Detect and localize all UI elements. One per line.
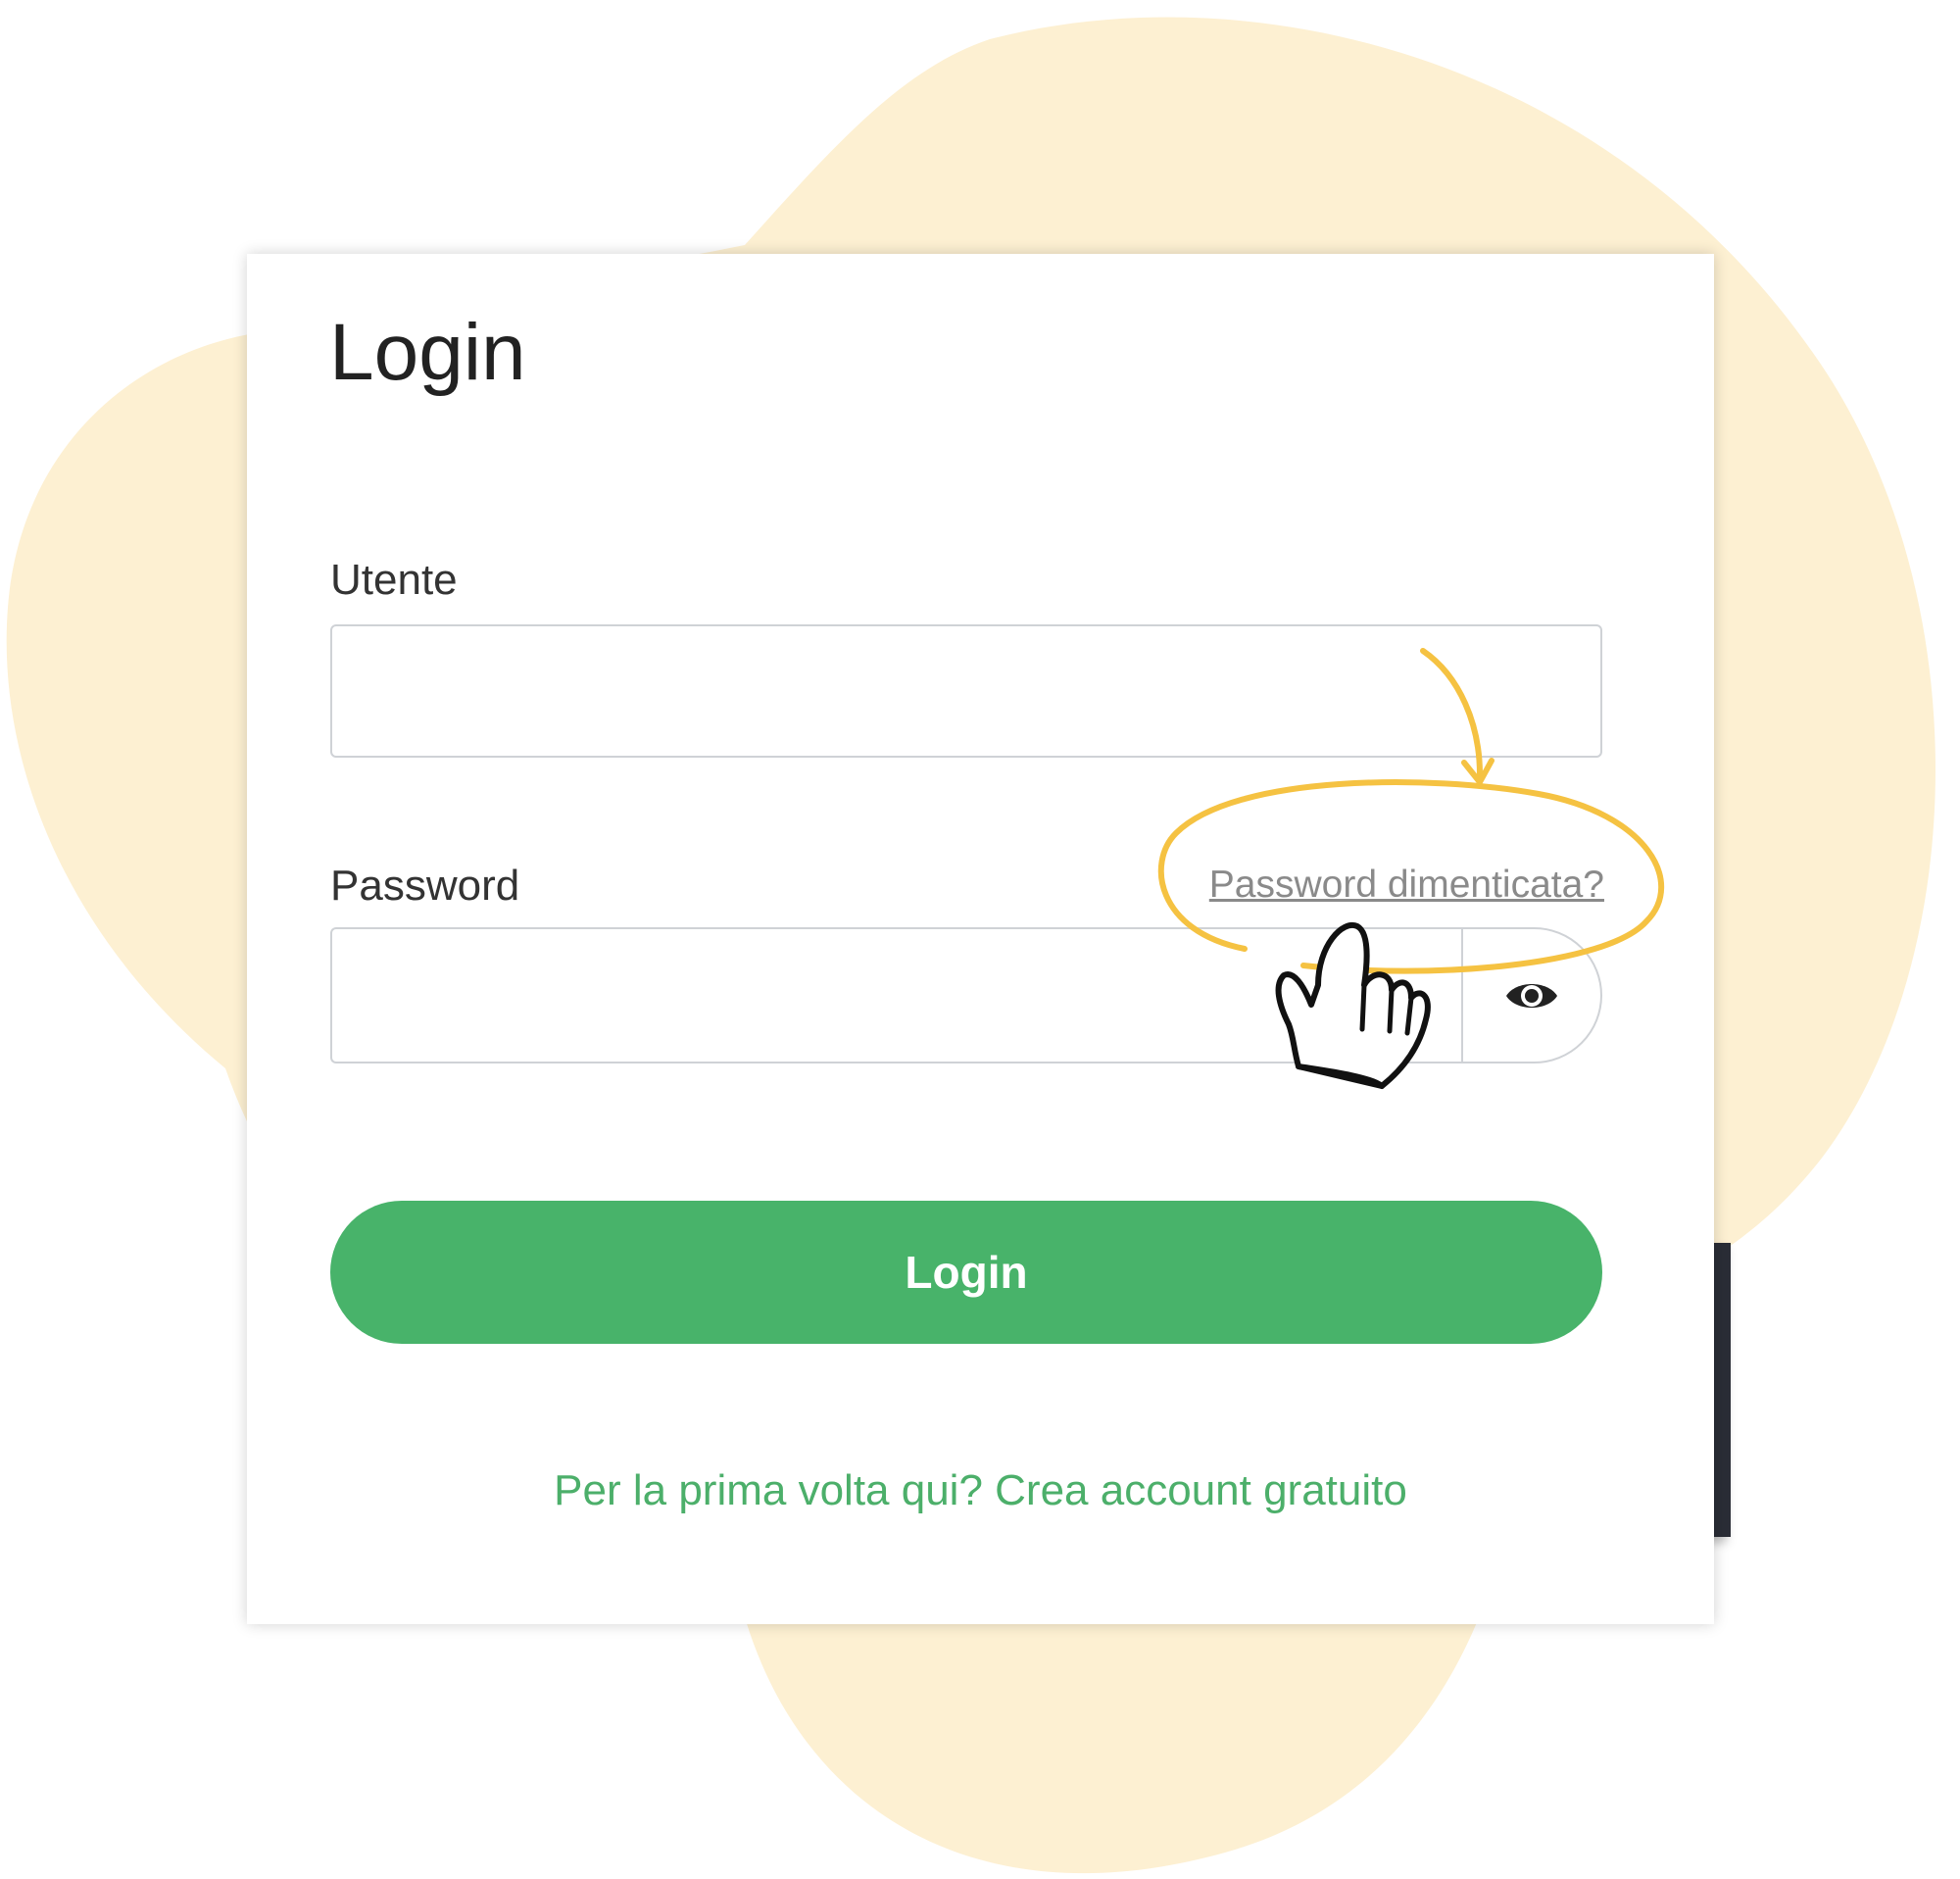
login-button[interactable]: Login xyxy=(330,1201,1602,1344)
create-account-link[interactable]: Crea account gratuito xyxy=(995,1466,1407,1514)
login-card: Login Utente Password Password dimentica… xyxy=(247,254,1714,1624)
password-label: Password xyxy=(330,862,520,910)
forgot-password-link[interactable]: Password dimenticata? xyxy=(1209,865,1604,904)
signup-question: Per la prima volta qui? xyxy=(554,1466,983,1514)
signup-prompt: Per la prima volta qui? Crea account gra… xyxy=(247,1469,1714,1512)
eye-icon xyxy=(1506,983,1557,1008)
username-label: Utente xyxy=(330,556,458,604)
toggle-password-visibility-button[interactable] xyxy=(1461,927,1602,1063)
password-input[interactable] xyxy=(330,927,1463,1063)
screenshot-stage: Login Utente Password Password dimentica… xyxy=(0,0,1960,1879)
password-field-group xyxy=(330,927,1602,1063)
page-title: Login xyxy=(329,308,526,397)
username-input[interactable] xyxy=(330,624,1602,758)
